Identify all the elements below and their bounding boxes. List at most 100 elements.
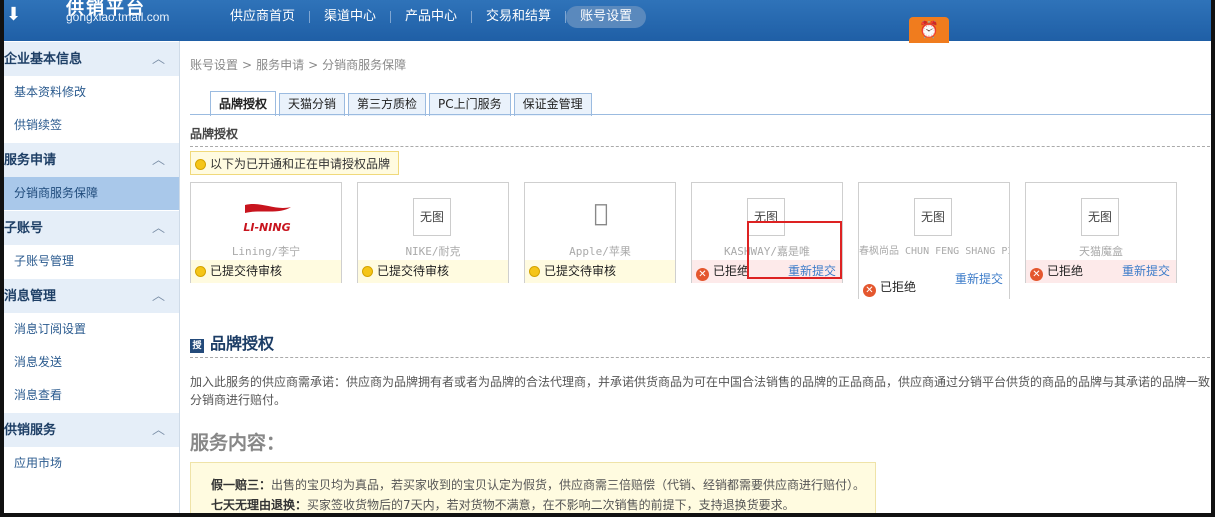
dashed-divider (190, 146, 1215, 147)
sidebar-item-message-subscribe[interactable]: 消息订阅设置 (0, 313, 179, 346)
chevron-up-icon[interactable]: ︿ (152, 143, 165, 178)
rejected-x-icon: ✕ (696, 268, 709, 281)
sidebar-item-message-send[interactable]: 消息发送 (0, 346, 179, 379)
sidebar-group-service-apply[interactable]: 服务申请 ︿ (0, 142, 179, 177)
rejected-x-icon: ✕ (863, 284, 876, 297)
chevron-up-icon[interactable]: ︿ (152, 279, 165, 314)
highlight-annotation-box (747, 221, 842, 279)
sidebar-item-edit-profile[interactable]: 基本资料修改 (0, 76, 179, 109)
dashed-divider (190, 357, 1215, 358)
sidebar-item-sub-account-manage[interactable]: 子账号管理 (0, 245, 179, 278)
sidebar-group-sub-accounts[interactable]: 子账号 ︿ (0, 210, 179, 245)
tab-tmall-distribution[interactable]: 天猫分销 (279, 93, 346, 116)
lightbulb-icon (195, 266, 206, 277)
notice-text: 以下为已开通和正在申请授权品牌 (210, 157, 391, 171)
breadcrumb-item[interactable]: 账号设置 (190, 58, 238, 72)
status-text: 已拒绝 (880, 280, 917, 294)
sidebar-item-message-view[interactable]: 消息查看 (0, 379, 179, 412)
service-line: 假一赔三：出售的宝贝均为真品，若买家收到的宝贝认定为假货，供应商需三倍赔偿（代销… (211, 475, 875, 495)
breadcrumb-separator: > (242, 58, 253, 72)
tab-bar: 品牌授权 天猫分销 第三方质检 PC上门服务 保证金管理 (210, 91, 595, 116)
lining-logo-icon: LI-NING (243, 204, 291, 234)
tab-underline (190, 114, 1215, 115)
sidebar: 企业基本信息 ︿ 基本资料修改 供销续签 服务申请 ︿ 分销商服务保障 子账号 ︿ 子… (0, 41, 180, 517)
description-line: 加入此服务的供应商需承诺：供应商为品牌拥有者或者为品牌的合法代理商，并承诺供货商… (190, 375, 1211, 389)
sidebar-group-company-info[interactable]: 企业基本信息 ︿ (0, 41, 179, 76)
status-text: 已提交待审核 (377, 264, 450, 278)
brand-name: NIKE/耐克 (405, 245, 461, 258)
tab-third-party-qc[interactable]: 第三方质检 (348, 93, 427, 116)
resubmit-link[interactable]: 重新提交 (955, 268, 1003, 291)
resubmit-link[interactable]: 重新提交 (1122, 260, 1170, 283)
chevron-up-icon[interactable]: ︿ (152, 211, 165, 246)
sidebar-group-messages[interactable]: 消息管理 ︿ (0, 278, 179, 313)
logo-arrow-icon: ⬇ (6, 4, 22, 25)
no-image-placeholder: 无图 (914, 198, 952, 236)
alarm-clock-icon[interactable]: ⏰ (909, 17, 949, 43)
main-content: 账号设置 > 服务申请 > 分销商服务保障 品牌授权 天猫分销 第三方质检 PC上门服务… (180, 41, 1215, 517)
status-badge: 已提交待审核 (358, 260, 508, 283)
brand-auth-title: 品牌授权 (210, 334, 275, 353)
nav-product-center[interactable]: 产品中心 (391, 6, 471, 28)
description-line: 分销商进行赔付。 (190, 393, 287, 407)
breadcrumb-separator: > (308, 58, 319, 72)
breadcrumb: 账号设置 > 服务申请 > 分销商服务保障 (190, 56, 406, 73)
status-text: 已提交待审核 (544, 264, 617, 278)
brand-name: 春枫尚品 CHUN FENG SHANG PIN (859, 246, 1009, 257)
sidebar-group-label: 子账号 (4, 221, 44, 236)
brand-card-nike[interactable]: 无图 NIKE/耐克 已提交待审核 (357, 182, 509, 283)
status-badge: ✕ 已拒绝 重新提交 (1026, 260, 1176, 283)
sidebar-group-supply-services[interactable]: 供销服务 ︿ (0, 412, 179, 447)
apple-logo-icon:  (587, 199, 615, 229)
no-image-placeholder: 无图 (1081, 198, 1119, 236)
status-badge: ✕ 已拒绝 重新提交 (859, 272, 1009, 299)
status-text: 已提交待审核 (210, 264, 283, 278)
main-nav: 供应商首页 渠道中心 产品中心 交易和结算 账号设置 (216, 6, 647, 28)
service-line: 七天无理由退换：买家签收货物后的7天内，若对货物不满意，在不影响二次销售的前提下… (211, 495, 875, 515)
top-navigation-bar: ⬇ 供销平台 gongxiao.tmall.com 供应商首页 渠道中心 产品中… (0, 0, 1215, 41)
brand-card-lining[interactable]: LI-NING Lining/李宁 已提交待审核 (190, 182, 342, 283)
nav-channel-center[interactable]: 渠道中心 (310, 6, 390, 28)
breadcrumb-item[interactable]: 服务申请 (256, 58, 304, 72)
shield-badge-icon: 授 (190, 339, 204, 353)
nav-trade-settlement[interactable]: 交易和结算 (472, 6, 565, 28)
brand-name: Lining/李宁 (231, 245, 301, 258)
lining-logo-text: LI-NING (243, 221, 290, 234)
brand-card-apple[interactable]:  Apple/苹果 已提交待审核 (524, 182, 676, 283)
service-label: 假一赔三： (211, 478, 272, 492)
sidebar-group-label: 消息管理 (4, 289, 57, 304)
sidebar-group-label: 企业基本信息 (4, 52, 83, 67)
sidebar-item-renewal[interactable]: 供销续签 (0, 109, 179, 142)
sidebar-item-distributor-guarantee[interactable]: 分销商服务保障 (0, 177, 179, 210)
chevron-up-icon[interactable]: ︿ (152, 413, 165, 448)
lightbulb-icon (362, 266, 373, 277)
section-title: 品牌授权 (190, 127, 239, 141)
tab-deposit-manage[interactable]: 保证金管理 (513, 93, 592, 116)
rejected-x-icon: ✕ (1030, 268, 1043, 281)
service-content-box: 假一赔三：出售的宝贝均为真品，若买家收到的宝贝认定为假货，供应商需三倍赔偿（代销… (190, 462, 876, 517)
brand-auth-heading: 授品牌授权 (190, 330, 274, 354)
service-text: 出售的宝贝均为真品，若买家收到的宝贝认定为假货，供应商需三倍赔偿（代销、经销都需… (271, 478, 866, 492)
service-content-title: 服务内容： (190, 432, 286, 454)
service-label: 七天无理由退换： (211, 498, 308, 512)
brand-card-chunfeng[interactable]: 无图 春枫尚品 CHUN FENG SHANG PIN ✕ 已拒绝 重新提交 (858, 182, 1010, 299)
no-image-placeholder: 无图 (413, 198, 451, 236)
tab-pc-onsite-service[interactable]: PC上门服务 (429, 93, 511, 116)
nav-account-settings[interactable]: 账号设置 (566, 6, 647, 28)
status-text: 已拒绝 (1047, 264, 1084, 278)
sidebar-item-app-market[interactable]: 应用市场 (0, 447, 179, 480)
service-text: 买家签收货物后的7天内，若对货物不满意，在不影响二次销售的前提下，支持退换货要求… (307, 498, 795, 512)
notice-banner: 以下为已开通和正在申请授权品牌 (190, 151, 400, 175)
sidebar-group-label: 服务申请 (4, 153, 57, 168)
nav-supplier-home[interactable]: 供应商首页 (216, 6, 309, 28)
sidebar-group-label: 供销服务 (4, 423, 57, 438)
logo-domain[interactable]: gongxiao.tmall.com (66, 10, 169, 24)
brand-name: 天猫魔盒 (1079, 245, 1123, 258)
brand-card-tmall-box[interactable]: 无图 天猫魔盒 ✕ 已拒绝 重新提交 (1025, 182, 1177, 283)
chevron-up-icon[interactable]: ︿ (152, 42, 165, 77)
lightbulb-icon (195, 159, 206, 170)
status-badge: 已提交待审核 (525, 260, 675, 283)
status-text: 已拒绝 (713, 264, 750, 278)
tab-brand-auth[interactable]: 品牌授权 (210, 91, 277, 116)
brand-name: Apple/苹果 (569, 245, 631, 258)
